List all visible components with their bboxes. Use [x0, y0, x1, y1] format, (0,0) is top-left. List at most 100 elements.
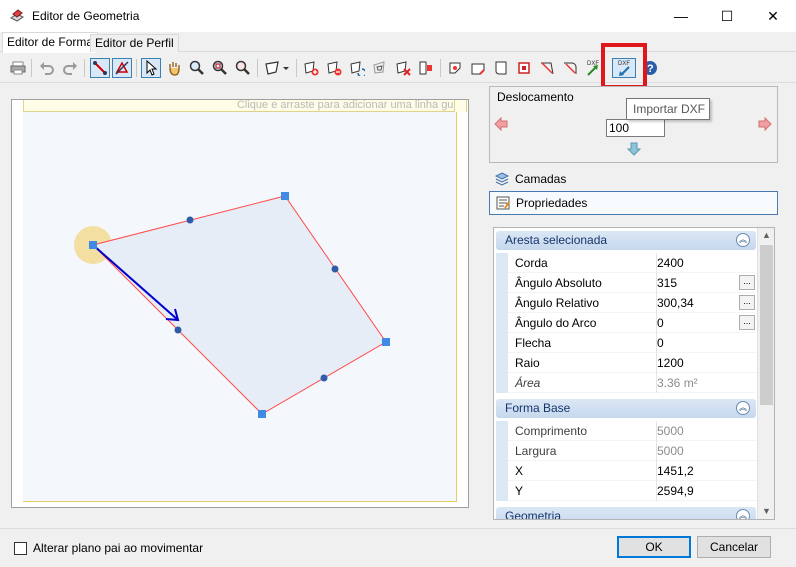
row-gutter — [496, 333, 508, 353]
ellipsis-button[interactable]: ... — [739, 275, 755, 290]
deslocamento-input[interactable] — [606, 119, 665, 137]
scrollbar-thumb[interactable] — [760, 245, 773, 405]
section-forma-base[interactable]: Forma Base ︽ — [496, 399, 756, 418]
edge-tool-2-button[interactable] — [468, 58, 488, 78]
property-row-angulo-do-arco[interactable]: Ângulo do Arco 0 ... — [496, 313, 756, 333]
drawing-area[interactable] — [23, 112, 457, 502]
vertex-handle[interactable] — [281, 192, 289, 200]
property-value[interactable]: 2400 — [657, 256, 684, 270]
collapse-icon[interactable]: ︽ — [736, 401, 750, 415]
ok-button[interactable]: OK — [617, 536, 691, 558]
edge-tool-6-button[interactable] — [560, 58, 580, 78]
property-name: Ângulo Absoluto — [515, 276, 602, 290]
drawing-canvas-panel[interactable]: Clique e arraste para adicionar uma linh… — [11, 99, 469, 508]
guide-line-ruler[interactable]: Clique e arraste para adicionar uma linh… — [23, 99, 467, 112]
vertex-handle[interactable] — [89, 241, 97, 249]
edge-midpoint-handle[interactable] — [331, 265, 339, 273]
property-row-x[interactable]: X 1451,2 — [496, 461, 756, 481]
section-aresta-selecionada[interactable]: Aresta selecionada ︽ — [496, 231, 756, 250]
property-row-flecha[interactable]: Flecha 0 — [496, 333, 756, 353]
edge-midpoint-handle[interactable] — [320, 374, 328, 382]
propriedades-label: Propriedades — [516, 196, 588, 210]
draw-edge-toggle[interactable] — [90, 58, 110, 78]
property-value[interactable]: 1451,2 — [657, 464, 694, 478]
base-shape-polygon[interactable] — [92, 195, 387, 415]
edge-tool-1-button[interactable] — [445, 58, 465, 78]
property-name: Ângulo Relativo — [515, 296, 600, 310]
property-name: Corda — [515, 256, 548, 270]
add-vertex-button[interactable] — [301, 58, 321, 78]
scroll-down-icon[interactable]: ▼ — [758, 504, 774, 519]
camadas-button[interactable]: Camadas — [489, 168, 778, 192]
offset-shape-button[interactable] — [370, 58, 390, 78]
property-row-corda[interactable]: Corda 2400 — [496, 253, 756, 273]
alterar-plano-checkbox[interactable]: Alterar plano pai ao movimentar — [14, 541, 203, 555]
property-name: Ângulo do Arco — [515, 316, 597, 330]
move-left-arrow-icon[interactable] — [494, 117, 508, 131]
edge-tool-4-button[interactable] — [514, 58, 534, 78]
zoom-window-button[interactable] — [210, 58, 230, 78]
collapse-icon[interactable]: ︽ — [736, 233, 750, 247]
tab-editor-de-perfil[interactable]: Editor de Perfil — [90, 34, 179, 52]
property-value[interactable]: 300,34 — [657, 296, 694, 310]
edge-midpoint-handle[interactable] — [186, 216, 194, 224]
zoom-extents-icon — [235, 60, 250, 75]
property-row-y[interactable]: Y 2594,9 — [496, 481, 756, 501]
row-gutter — [496, 481, 508, 501]
tab-editor-de-forma[interactable]: Editor de Forma — [2, 32, 99, 53]
property-value[interactable]: 0 — [657, 336, 664, 350]
property-name: X — [515, 464, 524, 478]
edge-tool-3-button[interactable] — [491, 58, 511, 78]
svg-text:?: ? — [647, 63, 654, 75]
toolbar-separator — [136, 59, 137, 77]
remove-vertex-button[interactable] — [324, 58, 344, 78]
row-gutter — [496, 273, 508, 293]
property-row-angulo-relativo[interactable]: Ângulo Relativo 300,34 ... — [496, 293, 756, 313]
property-row-angulo-absoluto[interactable]: Ângulo Absoluto 315 ... — [496, 273, 756, 293]
align-button[interactable] — [416, 58, 436, 78]
ellipsis-button[interactable]: ... — [739, 315, 755, 330]
delete-shape-button[interactable] — [393, 58, 413, 78]
propriedades-button[interactable]: Propriedades — [489, 191, 778, 215]
collapse-icon[interactable]: ︽ — [736, 509, 750, 519]
highlight-annotation — [601, 43, 647, 89]
move-down-arrow-icon[interactable] — [627, 142, 641, 156]
edge-midpoint-handle[interactable] — [174, 326, 182, 334]
pan-tool-button[interactable] — [164, 58, 184, 78]
minimize-button[interactable]: — — [658, 0, 704, 32]
shape-dropdown-button[interactable] — [262, 58, 292, 78]
edge-chamfer-icon — [471, 63, 485, 75]
property-value[interactable]: 1200 — [657, 356, 684, 370]
property-grid[interactable]: Aresta selecionada ︽ Corda 2400 Ângulo A… — [493, 227, 775, 520]
shape-drawing[interactable] — [23, 112, 457, 502]
maximize-button[interactable]: ☐ — [704, 0, 750, 32]
checkbox-box[interactable] — [14, 541, 27, 555]
zoom-button[interactable] — [187, 58, 207, 78]
undo-button[interactable] — [37, 58, 57, 78]
close-button[interactable]: ✕ — [750, 0, 796, 32]
property-row-raio[interactable]: Raio 1200 — [496, 353, 756, 373]
move-right-arrow-icon[interactable] — [758, 117, 772, 131]
scroll-up-icon[interactable]: ▲ — [758, 228, 774, 243]
ellipsis-button[interactable]: ... — [739, 295, 755, 310]
property-grid-scrollbar[interactable]: ▲ ▼ — [757, 228, 774, 519]
property-value[interactable]: 2594,9 — [657, 484, 694, 498]
snap-toggle[interactable] — [112, 58, 132, 78]
snap-icon — [115, 61, 129, 75]
property-value-box[interactable] — [656, 333, 754, 353]
property-row-largura: Largura 5000 — [496, 441, 756, 461]
vertex-handle[interactable] — [382, 338, 390, 346]
minimize-icon: — — [674, 8, 688, 24]
print-button[interactable] — [8, 58, 28, 78]
select-tool-button[interactable] — [141, 58, 161, 78]
property-value[interactable]: 0 — [657, 316, 664, 330]
property-value[interactable]: 315 — [657, 276, 677, 290]
zoom-extents-button[interactable] — [233, 58, 253, 78]
cancel-button[interactable]: Cancelar — [697, 536, 771, 558]
redo-button[interactable] — [60, 58, 80, 78]
section-geometria[interactable]: Geometria ︽ — [496, 507, 756, 520]
section-title: Geometria — [505, 509, 562, 520]
rotate-shape-button[interactable] — [347, 58, 367, 78]
edge-tool-5-button[interactable] — [537, 58, 557, 78]
vertex-handle[interactable] — [258, 410, 266, 418]
